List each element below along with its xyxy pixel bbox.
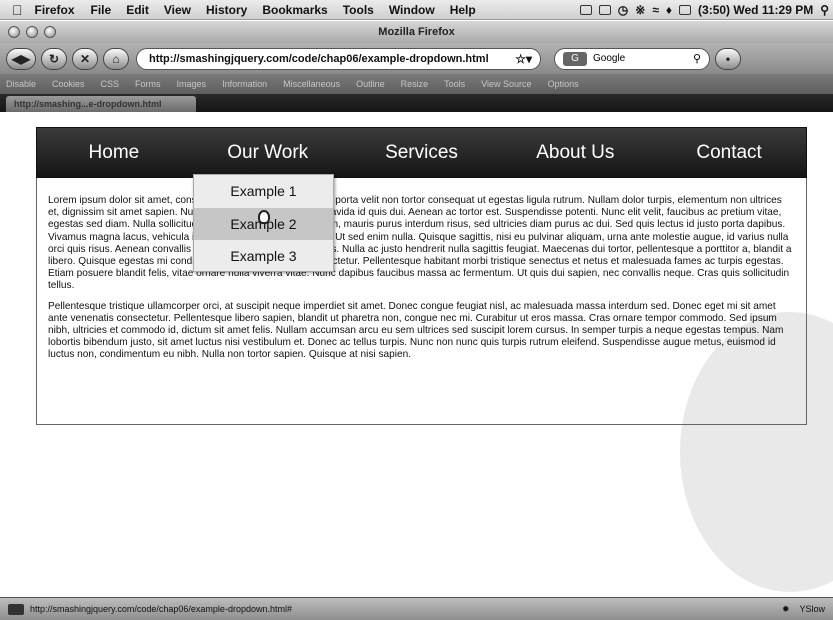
status-url: http://smashingjquery.com/code/chap06/ex… [30,604,292,614]
back-button[interactable]: ◀▶ [6,47,36,70]
status-addons: ✹ YSlow [782,604,825,615]
status-bar: http://smashingjquery.com/code/chap06/ex… [0,597,833,620]
apple-icon[interactable]:  [12,2,23,18]
url-bar[interactable]: http://smashingjquery.com/code/chap06/ex… [136,47,541,70]
dropdown-item-example-3[interactable]: Example 3 [194,240,333,273]
nav-services[interactable]: Services [345,128,499,177]
search-placeholder: Google [593,53,626,64]
devbar-forms[interactable]: Forms [135,79,161,89]
devbar-cookies[interactable]: Cookies [52,79,85,89]
spotlight-icon[interactable]: ⚲ [820,3,829,17]
screen: { "menubar": { "app": "Firefox", "items"… [0,0,833,620]
bluetooth-icon[interactable]: ※ [635,3,645,17]
dropdown-item-example-1[interactable]: Example 1 [194,175,333,208]
devbar-disable[interactable]: Disable [6,79,36,89]
devbar-resize[interactable]: Resize [401,79,429,89]
spaces-icon[interactable] [579,5,592,15]
status-icon [8,603,24,615]
stop-button[interactable]: ✕ [72,47,98,70]
window-title: Mozilla Firefox [378,26,455,38]
menu-window[interactable]: Window [389,3,435,17]
devbar-view-source[interactable]: View Source [481,79,531,89]
window-titlebar: Mozilla Firefox [0,21,833,43]
menubar-app-name[interactable]: Firefox [35,3,75,17]
clock-icon[interactable]: ◷ [618,3,628,17]
nav-about-us[interactable]: About Us [498,128,652,177]
tab-bar: http://smashing...e-dropdown.html [0,94,833,112]
menu-view[interactable]: View [164,3,191,17]
devbar-miscellaneous[interactable]: Miscellaneous [283,79,340,89]
battery-icon[interactable] [679,5,692,15]
menubar-clock[interactable]: (3:50) Wed 11:29 PM [698,3,813,17]
reload-button[interactable]: ↻ [41,47,67,70]
nav-our-work[interactable]: Our Work [191,128,345,177]
search-box[interactable]: G Google ⚲ [554,47,710,70]
mouse-cursor-icon [258,210,270,224]
nav-home[interactable]: Home [37,128,191,177]
menu-file[interactable]: File [91,3,112,17]
tab-active[interactable]: http://smashing...e-dropdown.html [6,96,196,112]
menubar-status-area: ◷ ※ ≈ ♦ (3:50) Wed 11:29 PM ⚲ [579,0,829,20]
menu-edit[interactable]: Edit [126,3,149,17]
site-nav: Home Our Work Services About Us Contact [36,127,807,178]
minimize-window-button[interactable] [26,26,38,38]
devbar-tools[interactable]: Tools [444,79,465,89]
close-window-button[interactable] [8,26,20,38]
traffic-lights [8,26,56,38]
devbar-images[interactable]: Images [177,79,207,89]
content-paragraph-1: Lorem ipsum dolor sit amet, consectetur … [48,195,792,292]
volume-icon[interactable]: ♦ [666,3,672,17]
yslow-addon[interactable]: YSlow [799,604,825,615]
url-text: http://smashingjquery.com/code/chap06/ex… [149,52,489,65]
addon-gear-icon[interactable]: ✹ [782,604,790,615]
menu-bookmarks[interactable]: Bookmarks [262,3,327,17]
menu-history[interactable]: History [206,3,247,17]
menu-help[interactable]: Help [450,3,476,17]
search-engine-icon[interactable]: G [563,51,587,66]
mac-menubar:  Firefox File Edit View History Bookmar… [0,0,833,20]
search-icon[interactable]: ⚲ [693,52,701,65]
devbar-options[interactable]: Options [548,79,579,89]
content-paragraph-2: Pellentesque tristique ullamcorper orci,… [48,300,784,361]
devbar-css[interactable]: CSS [101,79,120,89]
nav-contact[interactable]: Contact [652,128,806,177]
navigation-toolbar: ◀▶ ↻ ✕ ⌂ http://smashingjquery.com/code/… [0,43,833,74]
devbar-information[interactable]: Information [222,79,267,89]
home-button[interactable]: ⌂ [103,47,129,70]
zoom-window-button[interactable] [44,26,56,38]
page-viewport: Home Our Work Services About Us Contact … [0,112,833,597]
content-box: Lorem ipsum dolor sit amet, consectetur … [36,178,807,425]
display-icon[interactable] [598,5,611,15]
web-developer-toolbar: Disable Cookies CSS Forms Images Informa… [0,74,833,94]
devbar-outline[interactable]: Outline [356,79,385,89]
bookmark-star-icon[interactable]: ☆▾ [515,52,532,66]
menu-tools[interactable]: Tools [343,3,374,17]
addon-bug-icon[interactable]: • [715,47,741,70]
wifi-icon[interactable]: ≈ [652,3,659,17]
